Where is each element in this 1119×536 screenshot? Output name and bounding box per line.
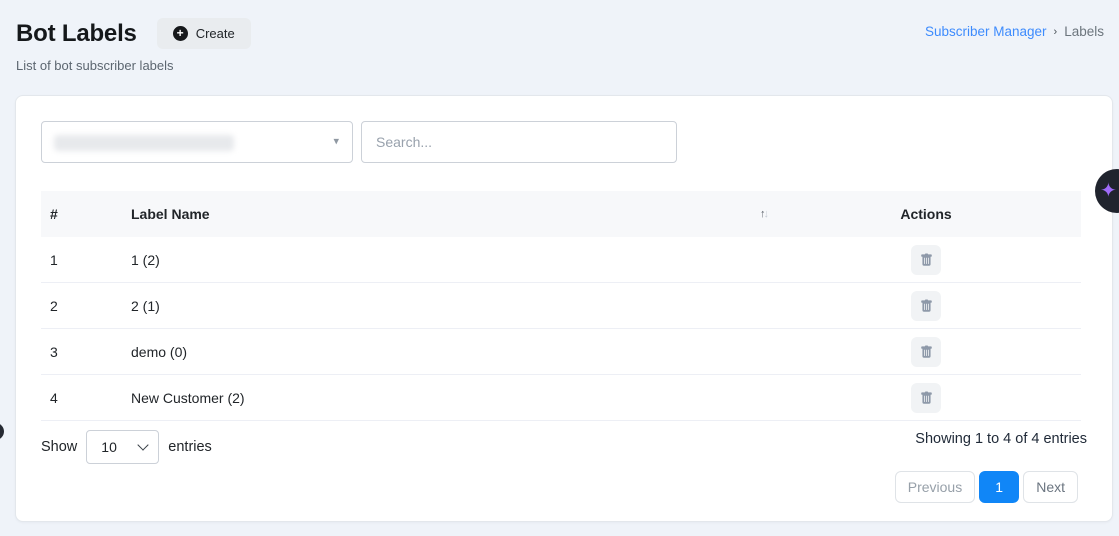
breadcrumb-parent-link[interactable]: Subscriber Manager <box>925 24 1047 39</box>
column-header-label[interactable]: Label Name ↑↓ <box>131 206 771 222</box>
filters-bar: ▾ <box>41 121 677 163</box>
table-row: 22 (1) <box>41 283 1081 329</box>
table-header-row: # Label Name ↑↓ Actions <box>41 191 1081 237</box>
delete-label-button[interactable] <box>911 291 941 321</box>
row-actions <box>771 291 1081 321</box>
row-index: 1 <box>41 252 131 268</box>
page-header: Bot Labels + Create List of bot subscrib… <box>16 18 1104 73</box>
delete-label-button[interactable] <box>911 337 941 367</box>
row-actions <box>771 383 1081 413</box>
page-subtitle: List of bot subscriber labels <box>16 58 1104 73</box>
row-index: 2 <box>41 298 131 314</box>
breadcrumb: Subscriber Manager › Labels <box>925 24 1104 39</box>
table-body: 11 (2)22 (1)3demo (0)4New Customer (2) <box>41 237 1081 421</box>
next-page-button[interactable]: Next <box>1023 471 1078 503</box>
table-row: 3demo (0) <box>41 329 1081 375</box>
row-actions <box>771 245 1081 275</box>
column-header-index[interactable]: # <box>41 206 131 222</box>
bot-filter-select[interactable]: ▾ <box>41 121 353 163</box>
column-header-actions: Actions <box>771 206 1081 222</box>
plus-circle-icon: + <box>173 26 188 41</box>
caret-down-icon: ▾ <box>333 137 339 148</box>
sparkle-icon: ✦ <box>1100 181 1117 201</box>
page-title: Bot Labels <box>16 20 137 48</box>
search-input[interactable] <box>361 121 677 163</box>
row-label: 2 (1) <box>131 298 771 314</box>
create-button-label: Create <box>196 26 235 41</box>
trash-icon <box>920 299 933 313</box>
sort-desc-icon: ↓ <box>764 208 768 220</box>
entries-summary: Showing 1 to 4 of 4 entries <box>915 431 1087 447</box>
row-actions <box>771 337 1081 367</box>
create-button[interactable]: + Create <box>157 18 251 49</box>
delete-label-button[interactable] <box>911 383 941 413</box>
table-row: 11 (2) <box>41 237 1081 283</box>
delete-label-button[interactable] <box>911 245 941 275</box>
page-size-control: Show 10 entries <box>41 430 212 464</box>
breadcrumb-separator-icon: › <box>1054 26 1058 38</box>
trash-icon <box>920 391 933 405</box>
trash-icon <box>920 253 933 267</box>
left-edge-widget[interactable] <box>0 423 4 440</box>
row-index: 4 <box>41 390 131 406</box>
trash-icon <box>920 345 933 359</box>
table-footer: Show 10 entries Showing 1 to 4 of 4 entr… <box>41 430 1087 464</box>
labels-card: ▾ # Label Name ↑↓ Actions 11 (2)22 (1)3d… <box>15 95 1113 522</box>
row-label: 1 (2) <box>131 252 771 268</box>
row-index: 3 <box>41 344 131 360</box>
previous-page-button[interactable]: Previous <box>895 471 975 503</box>
pagination: Previous 1 Next <box>895 471 1078 503</box>
sort-icon: ↑↓ <box>760 208 767 220</box>
table-row: 4New Customer (2) <box>41 375 1081 421</box>
row-label: New Customer (2) <box>131 390 771 406</box>
page-size-select[interactable]: 10 <box>86 430 159 464</box>
entries-label: entries <box>168 439 212 455</box>
breadcrumb-current: Labels <box>1064 24 1104 39</box>
current-page-button[interactable]: 1 <box>979 471 1019 503</box>
labels-table: # Label Name ↑↓ Actions 11 (2)22 (1)3dem… <box>41 191 1081 421</box>
redacted-selected-bot <box>54 135 234 151</box>
show-label: Show <box>41 439 77 455</box>
page-size-select-wrap: 10 <box>86 430 159 464</box>
column-header-label-text: Label Name <box>131 206 210 222</box>
row-label: demo (0) <box>131 344 771 360</box>
